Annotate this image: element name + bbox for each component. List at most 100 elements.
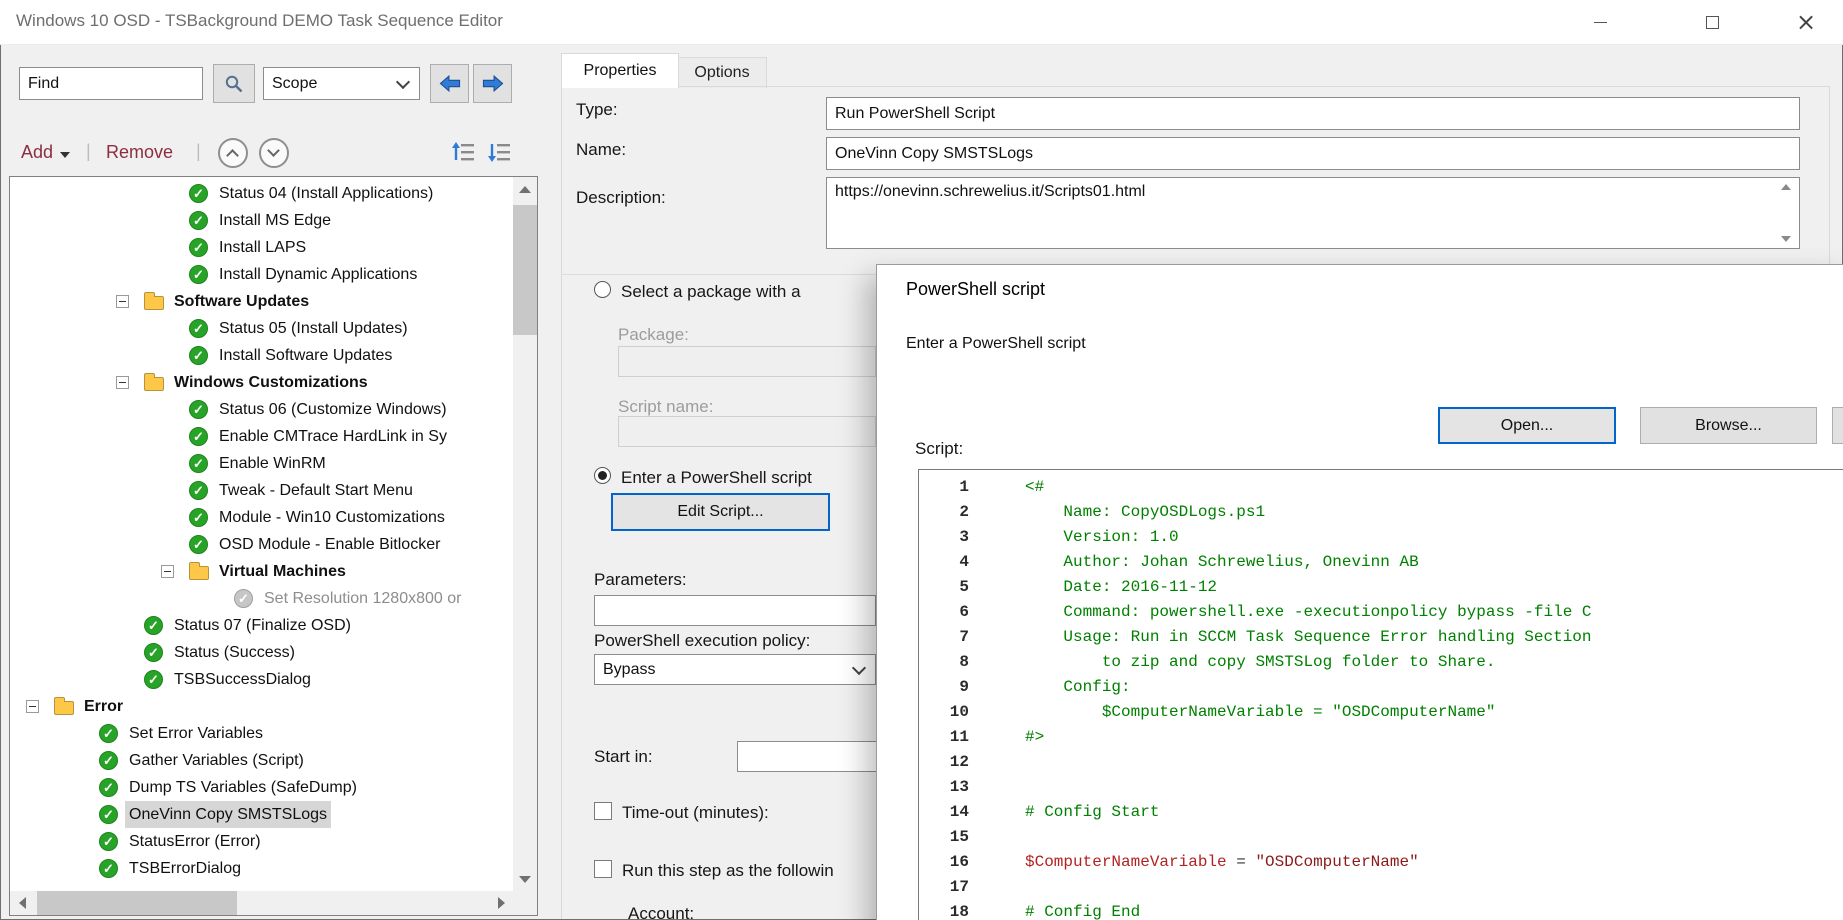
triangle-right-icon (498, 897, 505, 909)
remove-button[interactable]: Remove (106, 142, 173, 163)
execution-policy-dropdown[interactable]: Bypass (594, 654, 876, 685)
move-down-button[interactable] (259, 138, 289, 168)
scroll-down-button[interactable] (513, 867, 537, 891)
tree-item[interactable]: ✓Install MS Edge (10, 207, 513, 234)
tab-page-border-top (561, 86, 1829, 87)
tree-item[interactable]: ✓Status 05 (Install Updates) (10, 315, 513, 342)
scope-dropdown[interactable]: Scope (263, 67, 420, 100)
scroll-up-button[interactable] (513, 177, 537, 201)
search-icon (224, 74, 244, 94)
scroll-right-button[interactable] (489, 891, 513, 915)
window-title: Windows 10 OSD - TSBackground DEMO Task … (16, 11, 503, 31)
add-button[interactable]: Add (21, 142, 70, 163)
tree-expander-icon[interactable] (116, 295, 129, 308)
line-number: 10 (919, 700, 969, 725)
start-in-label: Start in: (594, 747, 653, 767)
tree-item[interactable]: Software Updates (10, 288, 513, 315)
close-button[interactable]: × (1783, 0, 1829, 44)
success-check-icon: ✓ (189, 400, 208, 419)
tree-item[interactable]: ✓Enable WinRM (10, 450, 513, 477)
tree-item[interactable]: ✓StatusError (Error) (10, 828, 513, 855)
navigate-back-button[interactable] (430, 64, 469, 103)
expand-groups-button[interactable] (452, 140, 476, 169)
tree-item[interactable]: ✓TSBSuccessDialog (10, 666, 513, 693)
tree-item[interactable]: ✓Gather Variables (Script) (10, 747, 513, 774)
code-line: 1<# (919, 475, 1843, 500)
tree-item[interactable]: ✓Status (Success) (10, 639, 513, 666)
success-check-icon: ✓ (189, 319, 208, 338)
tree-item[interactable]: ✓Status 07 (Finalize OSD) (10, 612, 513, 639)
maximize-button[interactable] (1689, 0, 1735, 44)
type-field[interactable]: Run PowerShell Script (826, 97, 1800, 130)
tree-item[interactable]: ✓Status 06 (Customize Windows) (10, 396, 513, 423)
scroll-down-icon[interactable] (1781, 236, 1791, 242)
open-button[interactable]: Open... (1438, 407, 1616, 444)
parameters-field[interactable] (594, 595, 876, 626)
minimize-button[interactable] (1577, 0, 1623, 44)
success-check-icon: ✓ (99, 724, 118, 743)
tree-item[interactable]: ✓ Status 04 (Install Applications) (10, 180, 513, 207)
tree-expander-icon[interactable] (116, 376, 129, 389)
run-as-checkbox[interactable] (594, 860, 612, 878)
tree-horizontal-scrollbar[interactable] (10, 891, 513, 915)
tree-item[interactable]: ✓Dump TS Variables (SafeDump) (10, 774, 513, 801)
success-check-icon: ✓ (189, 265, 208, 284)
tab-page-border-left (561, 86, 562, 919)
find-button[interactable] (213, 64, 255, 103)
code-text: to zip and copy SMSTSLog folder to Share… (969, 650, 1495, 675)
tree-item-label: Error (80, 693, 127, 720)
browse-button[interactable]: Browse... (1640, 407, 1817, 444)
tree-item[interactable]: ✓Enable CMTrace HardLink in Sy (10, 423, 513, 450)
code-lines: 1<#2 Name: CopyOSDLogs.ps13 Version: 1.0… (919, 475, 1843, 920)
tree-item[interactable]: ✓Install LAPS (10, 234, 513, 261)
enter-script-radio[interactable] (594, 467, 611, 484)
tree-item-label: Status 04 (Install Applications) (215, 180, 437, 207)
horizontal-scroll-thumb[interactable] (37, 891, 237, 915)
description-field[interactable]: https://onevinn.schrewelius.it/Scripts01… (826, 177, 1800, 249)
tree-item[interactable]: Error (10, 693, 513, 720)
start-in-field[interactable] (737, 741, 877, 772)
move-up-button[interactable] (218, 138, 248, 168)
tree-item[interactable]: Virtual Machines (10, 558, 513, 585)
success-check-icon: ✓ (99, 859, 118, 878)
title-bar[interactable]: Windows 10 OSD - TSBackground DEMO Task … (0, 0, 1843, 45)
select-package-radio[interactable] (594, 281, 611, 298)
tree-item[interactable]: ✓Install Software Updates (10, 342, 513, 369)
tree-item[interactable]: ✓TSBErrorDialog (10, 855, 513, 882)
vertical-scroll-thumb[interactable] (513, 205, 537, 335)
tree-expander-icon[interactable] (161, 565, 174, 578)
code-line: 3 Version: 1.0 (919, 525, 1843, 550)
tree-item[interactable]: ✓Tweak - Default Start Menu (10, 477, 513, 504)
navigate-forward-button[interactable] (473, 64, 512, 103)
success-check-icon: ✓ (189, 184, 208, 203)
tree-item[interactable]: ✓OSD Module - Enable Bitlocker (10, 531, 513, 558)
tree-item[interactable]: ✓OneVinn Copy SMSTSLogs (10, 801, 513, 828)
collapse-groups-button[interactable] (488, 140, 512, 169)
find-input[interactable] (19, 67, 203, 100)
tree-expander-icon[interactable] (26, 700, 39, 713)
tab-properties[interactable]: Properties (561, 53, 679, 88)
tab-options[interactable]: Options (677, 57, 767, 88)
line-number: 5 (919, 575, 969, 600)
arrow-left-icon (439, 75, 461, 92)
tree-item[interactable]: Windows Customizations (10, 369, 513, 396)
code-text: Usage: Run in SCCM Task Sequence Error h… (969, 625, 1592, 650)
add-button-label: Add (21, 142, 53, 162)
line-number: 8 (919, 650, 969, 675)
clipped-button[interactable] (1832, 407, 1843, 444)
tree-item[interactable]: ✓Module - Win10 Customizations (10, 504, 513, 531)
scroll-up-icon[interactable] (1781, 184, 1791, 190)
name-field[interactable]: OneVinn Copy SMSTSLogs (826, 137, 1800, 170)
tree-item-label: Windows Customizations (170, 369, 372, 396)
tree-item[interactable]: ✓Set Resolution 1280x800 or (10, 585, 513, 612)
code-text: Name: CopyOSDLogs.ps1 (969, 500, 1265, 525)
timeout-checkbox[interactable] (594, 802, 612, 820)
tree-item[interactable]: ✓Install Dynamic Applications (10, 261, 513, 288)
tree-vertical-scrollbar[interactable] (513, 177, 537, 891)
script-editor[interactable]: 1<#2 Name: CopyOSDLogs.ps13 Version: 1.0… (918, 469, 1843, 920)
tree-item[interactable]: ✓Set Error Variables (10, 720, 513, 747)
success-check-icon: ✓ (144, 616, 163, 635)
scroll-left-button[interactable] (10, 891, 34, 915)
edit-script-button[interactable]: Edit Script... (611, 493, 830, 531)
scrollbar-corner (513, 891, 537, 915)
